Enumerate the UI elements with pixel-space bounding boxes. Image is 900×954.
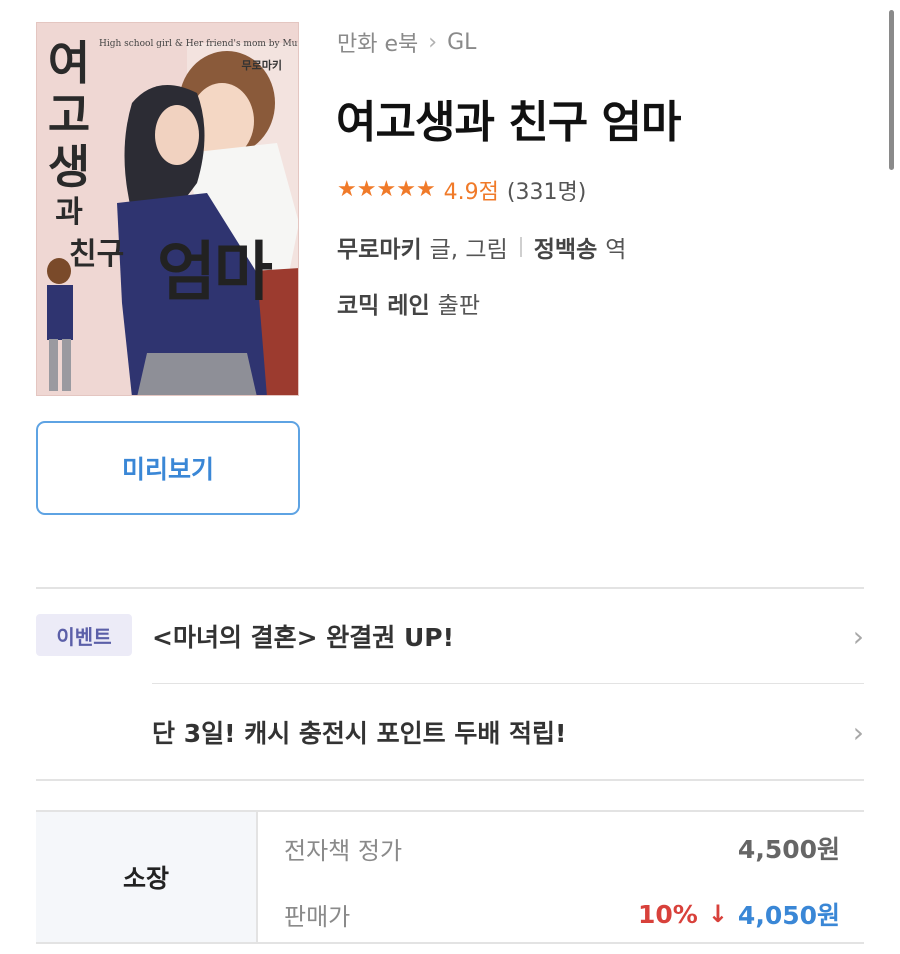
breadcrumb-genre[interactable]: GL [447, 30, 476, 55]
divider [519, 237, 522, 257]
cover-mom-text: 엄마 [157, 235, 273, 310]
rating-count: (331명) [506, 180, 587, 205]
book-cover[interactable]: High school girl & Her friend's mom by M… [36, 22, 299, 396]
publisher-role: 출판 [437, 293, 480, 319]
cover-title-char: 고 [47, 88, 91, 142]
list-price-row: 전자책 정가 4,500원 [284, 828, 840, 868]
sale-price-label: 판매가 [284, 902, 351, 931]
price-table: 소장 전자책 정가 4,500원 판매가 10% ↓ 4,050원 [36, 810, 864, 944]
event-item[interactable]: 단 3일! 캐시 충전시 포인트 두배 적립! › [152, 710, 864, 754]
sale-price-group: 10% ↓ 4,050원 [638, 896, 840, 932]
star-icon: ★ [337, 177, 357, 202]
authors: 무로마키 글, 그림 정백송 역 [337, 230, 626, 264]
cover-title: 여 고 생 과 [43, 37, 95, 233]
author-role: 글, 그림 [429, 237, 508, 263]
translator-name[interactable]: 정백송 [534, 230, 597, 264]
cover-title-char: 생 [47, 140, 91, 194]
publisher: 코믹 레인 출판 [337, 286, 480, 320]
publisher-name[interactable]: 코믹 레인 [337, 286, 430, 320]
star-icon: ★ [415, 177, 436, 202]
book-detail-page: High school girl & Her friend's mom by M… [0, 0, 900, 954]
cover-subtitle: High school girl & Her friend's mom by M… [99, 39, 298, 49]
cover-author: 무로마키 [241, 59, 282, 72]
chevron-right-icon: › [852, 619, 864, 653]
translator-role: 역 [605, 237, 627, 263]
list-price-label: 전자책 정가 [284, 836, 403, 865]
star-icon: ★ [356, 177, 377, 202]
scrollbar[interactable] [889, 10, 894, 170]
list-price-value: 4,500원 [737, 835, 840, 864]
arrow-down-icon: ↓ [707, 900, 728, 928]
rating: ★ ★ ★ ★ ★ 4.9점 (331명) [337, 174, 586, 206]
sale-price-value: 4,050원 [737, 901, 840, 930]
breadcrumb: 만화 e북 › GL [337, 26, 476, 58]
cover-title-small: 과 [55, 195, 83, 230]
sale-price-row: 판매가 10% ↓ 4,050원 [284, 894, 840, 934]
divider [36, 779, 864, 781]
book-title: 여고생과 친구 엄마 [336, 97, 681, 148]
event-text: <마녀의 결혼> 완결권 UP! [152, 623, 455, 652]
star-icon: ★ [376, 177, 397, 202]
cover-friend-text: 친구 [69, 237, 125, 272]
rating-score: 4.9점 [443, 180, 499, 205]
discount-rate: 10% [637, 899, 698, 929]
event-text: 단 3일! 캐시 충전시 포인트 두배 적립! [152, 719, 567, 748]
chevron-right-icon: › [852, 715, 864, 749]
divider [152, 683, 864, 684]
event-item[interactable]: <마녀의 결혼> 완결권 UP! › [152, 614, 864, 658]
star-rating: ★ ★ ★ ★ ★ [337, 177, 436, 203]
star-icon: ★ [396, 177, 416, 202]
chevron-right-icon: › [428, 29, 438, 55]
breadcrumb-category[interactable]: 만화 e북 [337, 26, 418, 58]
preview-button[interactable]: 미리보기 [36, 421, 300, 515]
cover-title-char: 여 [47, 36, 91, 90]
author-name[interactable]: 무로마키 [337, 230, 422, 264]
event-badge: 이벤트 [36, 614, 132, 656]
divider [36, 587, 864, 589]
purchase-type-label: 소장 [36, 812, 258, 942]
